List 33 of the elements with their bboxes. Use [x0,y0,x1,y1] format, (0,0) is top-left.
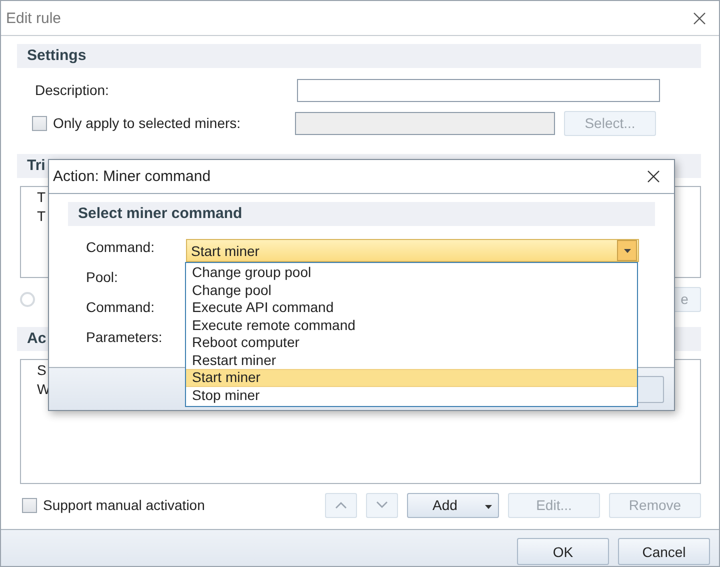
list-text: T [37,207,46,226]
chevron-up-icon [335,501,347,509]
dropdown-option[interactable]: Execute API command [186,299,637,316]
footer-button[interactable]: Cancel [618,538,710,565]
close-icon[interactable] [647,170,660,183]
dropdown-option[interactable]: Change group pool [186,264,637,282]
list-text: S [37,361,46,380]
radio-button[interactable] [20,292,35,306]
checkbox[interactable] [32,116,47,130]
checkbox-label: Support manual activation [43,497,205,513]
chevron-down-icon [376,501,388,509]
close-icon[interactable] [693,12,706,24]
section-header: Select miner command [68,202,655,226]
list-text: T [37,188,46,207]
dropdown-option[interactable]: Reboot computer [186,334,637,352]
section-header: Settings [17,44,701,68]
description-field[interactable] [297,78,660,102]
command-dropdown[interactable]: Start miner [186,239,639,262]
dropdown-option[interactable]: Restart miner [186,352,637,369]
dropdown-option[interactable]: Stop miner [186,386,637,404]
checkbox[interactable] [22,498,37,512]
checkbox-label: Only apply to selected miners: [53,115,242,131]
footer-button[interactable]: OK [517,538,609,565]
dropdown-option[interactable]: Start miner [186,369,637,386]
add-button[interactable]: Add [407,492,499,518]
field-label: Parameters: [86,328,162,347]
field-label: Command: [86,238,156,257]
window-title: Edit rule [6,10,62,26]
caret-icon [485,504,492,508]
dropdown-option[interactable]: Change pool [186,282,637,299]
field-label: Description: [34,82,110,98]
field-label: Pool: [86,268,119,287]
field-label: Command: [86,298,156,317]
